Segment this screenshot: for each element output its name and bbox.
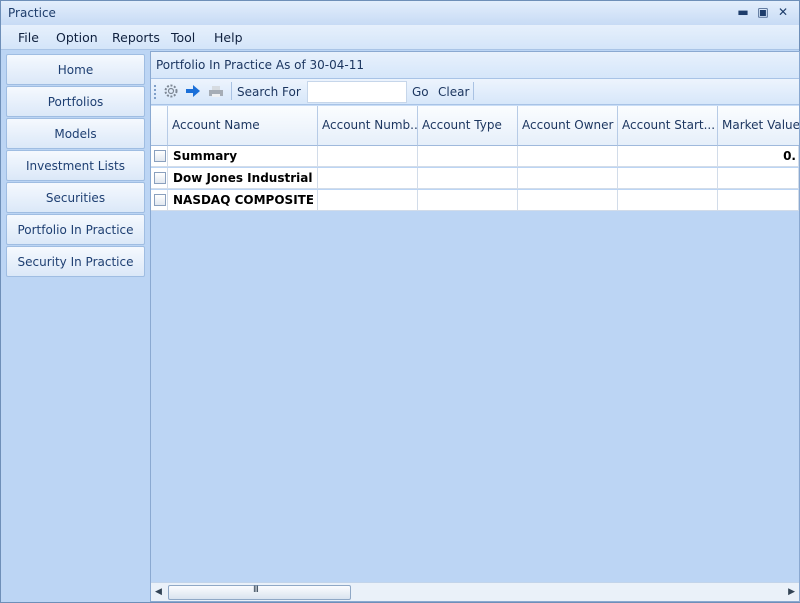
- cell-text: Dow Jones Industrial ...: [173, 171, 313, 185]
- cell-account-name[interactable]: NASDAQ COMPOSITE: [168, 190, 318, 211]
- cell-account-start[interactable]: [618, 168, 718, 189]
- cell-account-name[interactable]: Dow Jones Industrial ...: [168, 168, 318, 189]
- menu-file[interactable]: File: [18, 30, 39, 45]
- page-title: Portfolio In Practice As of 30-04-11: [156, 58, 365, 72]
- toolbar: Search For Go Clear: [151, 79, 799, 105]
- cell-account-owner[interactable]: [518, 190, 618, 211]
- cell-text: Summary: [173, 149, 238, 163]
- scrollbar-thumb[interactable]: III: [168, 585, 351, 600]
- scroll-left-icon[interactable]: ◀: [155, 587, 162, 597]
- search-input[interactable]: [307, 81, 407, 103]
- go-button[interactable]: Go: [412, 85, 429, 99]
- sidebar-item-label: Portfolio In Practice: [17, 222, 134, 237]
- main-panel: Portfolio In Practice As of 30-04-11 Sea…: [150, 51, 800, 602]
- sidebar-item-label: Securities: [45, 190, 106, 205]
- sidebar-item-label: Home: [57, 62, 94, 77]
- print-icon[interactable]: [207, 82, 225, 100]
- window-controls: ▬ ▣ ✕: [733, 3, 793, 21]
- search-label: Search For: [237, 85, 301, 99]
- column-header-account-owner[interactable]: Account Owner: [518, 106, 618, 146]
- sidebar-item-label: Investment Lists: [25, 158, 125, 173]
- close-button[interactable]: ✕: [773, 3, 793, 21]
- column-header-label: Account Name: [172, 118, 260, 132]
- cell-account-type[interactable]: [418, 146, 518, 167]
- forward-arrow-icon[interactable]: [184, 82, 202, 100]
- row-select-cell[interactable]: [151, 190, 168, 211]
- maximize-button[interactable]: ▣: [753, 3, 773, 21]
- column-header-label: Account Numb...: [322, 118, 422, 132]
- row-header-corner: [151, 106, 168, 146]
- settings-icon[interactable]: [162, 82, 180, 100]
- row-checkbox[interactable]: [154, 172, 166, 184]
- sidebar-item-securities[interactable]: Securities: [6, 182, 145, 213]
- cell-account-type[interactable]: [418, 168, 518, 189]
- sidebar-item-investment-lists[interactable]: Investment Lists: [6, 150, 145, 181]
- scroll-right-icon[interactable]: ▶: [788, 587, 795, 597]
- row-select-cell[interactable]: [151, 146, 168, 167]
- cell-account-start[interactable]: [618, 190, 718, 211]
- cell-text: 0.: [783, 149, 796, 163]
- column-header-account-number[interactable]: Account Numb...: [318, 106, 422, 146]
- table-row[interactable]: NASDAQ COMPOSITE: [151, 190, 799, 211]
- toolbar-grip[interactable]: [154, 85, 158, 99]
- minimize-icon: ▬: [737, 5, 749, 19]
- column-header-label: Account Type: [422, 118, 502, 132]
- app-window: Practice ▬ ▣ ✕ File Option Reports Tool …: [0, 0, 800, 603]
- toolbar-separator: [473, 82, 474, 100]
- cell-text: NASDAQ COMPOSITE: [173, 193, 313, 207]
- sidebar-item-home[interactable]: Home: [6, 54, 145, 85]
- sidebar-item-label: Models: [54, 126, 97, 141]
- table-row[interactable]: Summary 0.: [151, 146, 799, 167]
- sidebar-item-label: Portfolios: [47, 94, 104, 109]
- cell-account-type[interactable]: [418, 190, 518, 211]
- cell-market-value[interactable]: [718, 190, 799, 211]
- cell-account-name[interactable]: Summary: [168, 146, 318, 167]
- window-title: Practice: [8, 6, 56, 20]
- column-header-label: Market Value: [722, 118, 799, 132]
- cell-account-owner[interactable]: [518, 146, 618, 167]
- panel-header: Portfolio In Practice As of 30-04-11: [151, 52, 799, 79]
- title-bar: Practice ▬ ▣ ✕: [1, 1, 799, 25]
- close-icon: ✕: [777, 5, 789, 19]
- cell-market-value[interactable]: [718, 168, 799, 189]
- menu-tool[interactable]: Tool: [171, 30, 195, 45]
- menu-reports[interactable]: Reports: [112, 30, 160, 45]
- scrollbar-grip: III: [253, 585, 259, 595]
- horizontal-scrollbar[interactable]: ◀ III ▶: [151, 582, 799, 601]
- sidebar-item-portfolio-in-practice[interactable]: Portfolio In Practice: [6, 214, 145, 245]
- toolbar-separator: [231, 82, 232, 100]
- column-header-account-type[interactable]: Account Type: [418, 106, 518, 146]
- sidebar-item-portfolios[interactable]: Portfolios: [6, 86, 145, 117]
- cell-account-number[interactable]: [318, 190, 418, 211]
- table-row[interactable]: Dow Jones Industrial ...: [151, 168, 799, 189]
- row-checkbox[interactable]: [154, 150, 166, 162]
- menu-option[interactable]: Option: [56, 30, 98, 45]
- sidebar: Home Portfolios Models Investment Lists …: [4, 51, 147, 596]
- row-select-cell[interactable]: [151, 168, 168, 189]
- column-header-label: Account Owner: [522, 118, 614, 132]
- cell-account-owner[interactable]: [518, 168, 618, 189]
- menu-bar: File Option Reports Tool Help: [1, 25, 799, 50]
- column-header-market-value[interactable]: Market Value: [718, 106, 799, 146]
- column-header-account-name[interactable]: Account Name: [168, 106, 318, 146]
- column-header-label: Account Start...: [622, 118, 716, 132]
- minimize-button[interactable]: ▬: [733, 3, 753, 21]
- menu-help[interactable]: Help: [214, 30, 243, 45]
- column-header-account-start[interactable]: Account Start...: [618, 106, 718, 146]
- sidebar-item-label: Security In Practice: [17, 254, 134, 269]
- clear-button[interactable]: Clear: [438, 85, 469, 99]
- row-checkbox[interactable]: [154, 194, 166, 206]
- sidebar-item-security-in-practice[interactable]: Security In Practice: [6, 246, 145, 277]
- sidebar-item-models[interactable]: Models: [6, 118, 145, 149]
- data-grid: Account Name Account Numb... Account Typ…: [151, 106, 799, 582]
- cell-account-start[interactable]: [618, 146, 718, 167]
- cell-market-value[interactable]: 0.: [718, 146, 799, 167]
- cell-account-number[interactable]: [318, 168, 418, 189]
- cell-account-number[interactable]: [318, 146, 418, 167]
- maximize-icon: ▣: [757, 5, 769, 19]
